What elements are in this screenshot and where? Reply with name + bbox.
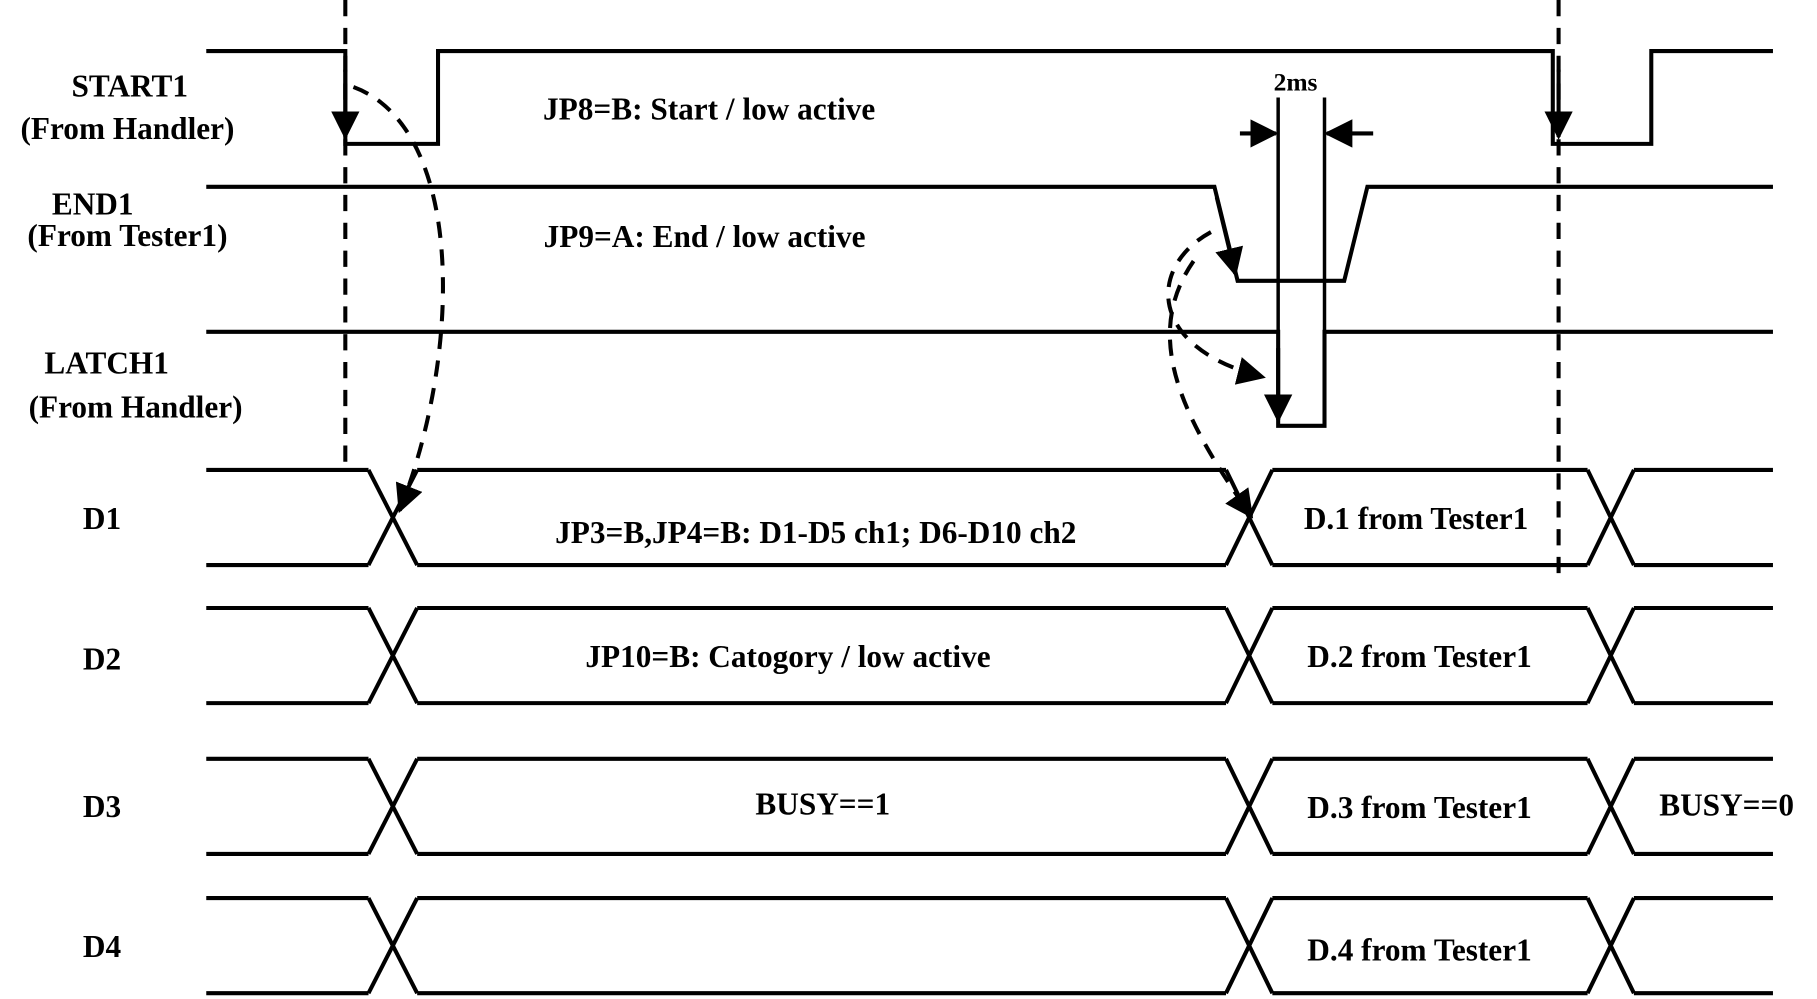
after-label-d3: BUSY==0	[1659, 788, 1794, 823]
causal-arrow-start-to-d1	[352, 85, 445, 514]
signal-source-latch1: (From Handler)	[29, 390, 243, 425]
signal-label-latch1: LATCH1	[44, 346, 169, 381]
note-d2: JP10=B: Catogory / low active	[585, 639, 990, 674]
causal-arrow-end-to-d1	[1167, 259, 1254, 519]
data-label-d3: D.3 from Tester1	[1307, 790, 1531, 825]
signal-source-end1: (From Tester1)	[27, 218, 227, 253]
end-fall-arrow	[1214, 196, 1244, 277]
note-d3: BUSY==1	[755, 786, 890, 821]
signal-label-d4: D4	[83, 929, 122, 964]
data-label-d4: D.4 from Tester1	[1307, 933, 1531, 968]
data-label-d1: D.1 from Tester1	[1304, 501, 1528, 536]
causal-arrow-end-to-latch	[1166, 230, 1266, 385]
data-label-d2: D.2 from Tester1	[1307, 639, 1531, 674]
pulse-width-label: 2ms	[1274, 67, 1318, 96]
timing-diagram: START1 (From Handler) END1 (From Tester1…	[20, 0, 1794, 996]
signal-label-d3: D3	[83, 789, 121, 824]
note-d1: JP3=B,JP4=B: D1-D5 ch1; D6-D10 ch2	[555, 515, 1076, 550]
waveform-start1	[206, 49, 1773, 146]
signal-label-end1: END1	[52, 187, 134, 222]
signal-label-start1: START1	[72, 68, 189, 103]
signal-source-start1: (From Handler)	[20, 111, 234, 146]
signal-label-d1: D1	[83, 501, 121, 536]
note-start1: JP8=B: Start / low active	[543, 91, 875, 126]
signal-label-d2: D2	[83, 641, 121, 676]
note-end1: JP9=A: End / low active	[544, 219, 866, 254]
